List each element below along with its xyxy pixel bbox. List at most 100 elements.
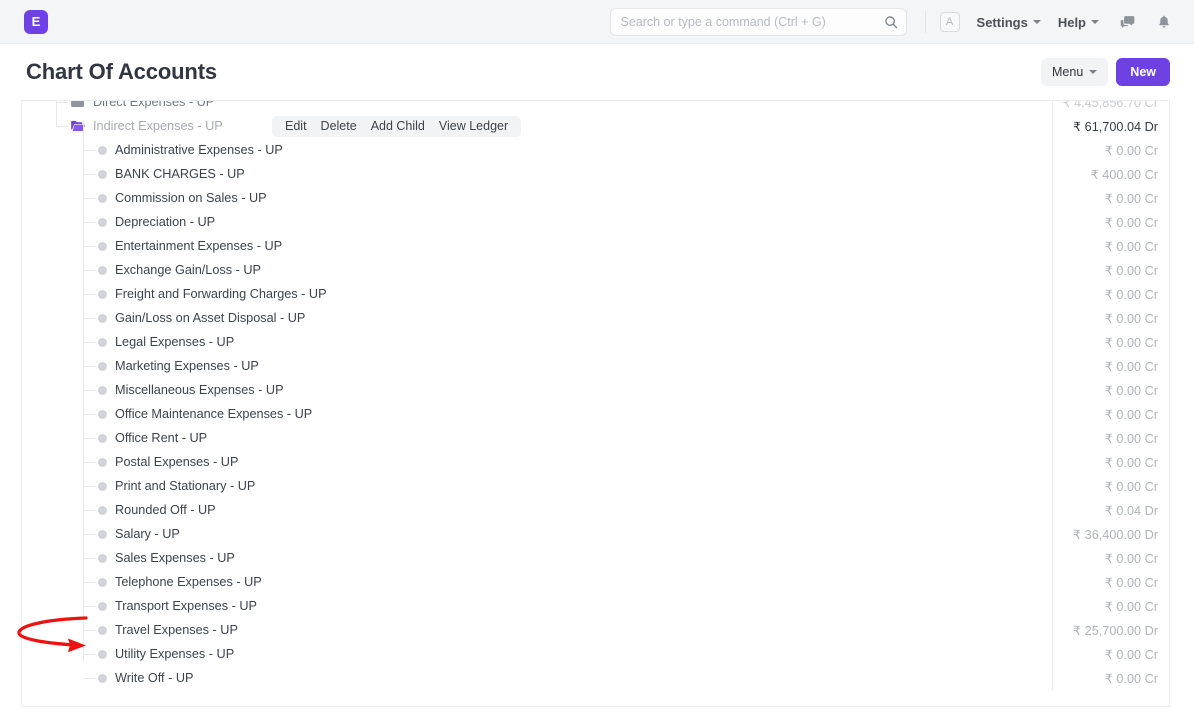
node-action-view-ledger[interactable]: View Ledger <box>432 119 515 133</box>
tree-row[interactable]: Telephone Expenses - UP ₹ 0.00 Cr <box>22 570 1169 594</box>
tree-row[interactable]: Legal Expenses - UP ₹ 0.00 Cr <box>22 330 1169 354</box>
search-box[interactable] <box>609 8 907 36</box>
tree-connector <box>83 438 95 439</box>
tree-row[interactable]: Rounded Off - UP ₹ 0.04 Dr <box>22 498 1169 522</box>
tree-row-balance: ₹ 0.00 Cr <box>1104 359 1158 374</box>
chevron-down-icon <box>1032 20 1041 24</box>
leaf-dot-icon[interactable] <box>98 193 107 203</box>
leaf-dot-icon[interactable] <box>98 241 107 251</box>
leaf-dot-icon[interactable] <box>98 169 107 179</box>
nav-help[interactable]: Help <box>1058 15 1099 30</box>
tree-row[interactable]: Utility Expenses - UP ₹ 0.00 Cr <box>22 642 1169 666</box>
nav-settings[interactable]: Settings <box>977 15 1041 30</box>
tree-row-label: Marketing Expenses - UP <box>115 359 259 373</box>
tree-row[interactable]: Write Off - UP ₹ 0.00 Cr <box>22 666 1169 690</box>
leaf-dot-icon[interactable] <box>98 649 107 659</box>
tree-row[interactable]: BANK CHARGES - UP ₹ 400.00 Cr <box>22 162 1169 186</box>
search-input[interactable] <box>609 8 907 36</box>
tree-connector <box>83 294 95 295</box>
page-title: Chart Of Accounts <box>26 59 217 84</box>
tree-row[interactable]: Depreciation - UP ₹ 0.00 Cr <box>22 210 1169 234</box>
leaf-dot-icon[interactable] <box>98 217 107 227</box>
leaf-dot-icon[interactable] <box>98 553 107 563</box>
tree-row[interactable]: Direct Expenses - UP ₹ 4,45,856.70 Cr <box>22 100 1169 114</box>
leaf-dot-icon[interactable] <box>98 433 107 443</box>
leaf-dot-icon <box>98 481 107 491</box>
leaf-dot-icon[interactable] <box>98 145 107 155</box>
chevron-down-icon <box>1091 20 1099 24</box>
top-navbar: E A Settings Help <box>0 0 1194 44</box>
tree-row-label: Office Rent - UP <box>115 431 208 445</box>
tree-row-label: Legal Expenses - UP <box>115 335 235 349</box>
avatar[interactable]: A <box>939 12 960 32</box>
tree-connector <box>56 102 68 103</box>
tree-row[interactable]: Sales Expenses - UP ₹ 0.00 Cr <box>22 546 1169 570</box>
tree-row[interactable]: Entertainment Expenses - UP ₹ 0.00 Cr <box>22 234 1169 258</box>
leaf-dot-icon <box>98 601 107 611</box>
tree-connector <box>83 246 95 247</box>
node-action-edit[interactable]: Edit <box>278 119 314 133</box>
leaf-dot-icon[interactable] <box>98 577 107 587</box>
tree-row-balance: ₹ 4,45,856.70 Cr <box>1062 100 1158 110</box>
tree-row[interactable]: Indirect Expenses - UP Edit Delete Add Chil… <box>22 114 1169 138</box>
tree-row[interactable]: Miscellaneous Expenses - UP ₹ 0.00 Cr <box>22 378 1169 402</box>
leaf-dot-icon[interactable] <box>98 361 107 371</box>
tree-row-balance: ₹ 0.00 Cr <box>1104 287 1158 302</box>
tree-row-balance: ₹ 0.00 Cr <box>1104 431 1158 446</box>
tree-row[interactable]: Marketing Expenses - UP ₹ 0.00 Cr <box>22 354 1169 378</box>
leaf-dot-icon <box>98 505 107 515</box>
tree-row[interactable]: Postal Expenses - UP ₹ 0.00 Cr <box>22 450 1169 474</box>
app-logo[interactable]: E <box>24 9 48 34</box>
tree-row-label: Gain/Loss on Asset Disposal - UP <box>115 311 306 325</box>
search-icon[interactable] <box>884 15 898 29</box>
leaf-dot-icon[interactable] <box>98 625 107 635</box>
tree-row[interactable]: Gain/Loss on Asset Disposal - UP ₹ 0.00 C… <box>22 306 1169 330</box>
leaf-dot-icon[interactable] <box>98 601 107 611</box>
tree-row[interactable]: Office Maintenance Expenses - UP ₹ 0.00 C… <box>22 402 1169 426</box>
leaf-dot-icon[interactable] <box>98 337 107 347</box>
tree-row-balance: ₹ 0.00 Cr <box>1104 647 1158 662</box>
tree-row[interactable]: Freight and Forwarding Charges - UP ₹ 0.0… <box>22 282 1169 306</box>
leaf-dot-icon[interactable] <box>98 409 107 419</box>
leaf-dot-icon[interactable] <box>98 481 107 491</box>
balance-column-divider <box>1052 101 1053 690</box>
tree-row[interactable]: Transport Expenses - UP ₹ 0.00 Cr <box>22 594 1169 618</box>
folder-closed-icon[interactable] <box>71 101 85 108</box>
menu-button[interactable]: Menu <box>1041 58 1109 86</box>
tree-connector <box>83 534 95 535</box>
tree-row-balance: ₹ 0.00 Cr <box>1104 263 1158 278</box>
tree-row[interactable]: Office Rent - UP ₹ 0.00 Cr <box>22 426 1169 450</box>
node-action-add-child[interactable]: Add Child <box>364 119 432 133</box>
chat-icon[interactable] <box>1119 14 1136 31</box>
tree-connector <box>83 678 95 679</box>
tree-row-balance: ₹ 0.00 Cr <box>1104 191 1158 206</box>
bell-icon[interactable] <box>1156 14 1172 30</box>
node-action-delete[interactable]: Delete <box>314 119 364 133</box>
leaf-dot-icon[interactable] <box>98 313 107 323</box>
leaf-dot-icon[interactable] <box>98 673 107 683</box>
tree-row-label: Travel Expenses - UP <box>115 623 238 637</box>
new-button[interactable]: New <box>1116 58 1170 86</box>
leaf-dot-icon <box>98 577 107 587</box>
tree-row[interactable]: Administrative Expenses - UP ₹ 0.00 Cr <box>22 138 1169 162</box>
tree-connector <box>83 270 95 271</box>
tree-row-label: Office Maintenance Expenses - UP <box>115 407 313 421</box>
leaf-dot-icon[interactable] <box>98 529 107 539</box>
tree-connector <box>83 318 95 319</box>
leaf-dot-icon <box>98 361 107 371</box>
leaf-dot-icon[interactable] <box>98 385 107 395</box>
leaf-dot-icon[interactable] <box>98 265 107 275</box>
leaf-dot-icon <box>98 145 107 155</box>
tree-row[interactable]: Exchange Gain/Loss - UP ₹ 0.00 Cr <box>22 258 1169 282</box>
leaf-dot-icon[interactable] <box>98 457 107 467</box>
tree-row[interactable]: Travel Expenses - UP ₹ 25,700.00 Dr <box>22 618 1169 642</box>
leaf-dot-icon <box>98 193 107 203</box>
leaf-dot-icon[interactable] <box>98 289 107 299</box>
leaf-dot-icon <box>98 649 107 659</box>
leaf-dot-icon[interactable] <box>98 505 107 515</box>
tree-row-label: Entertainment Expenses - UP <box>115 239 283 253</box>
leaf-dot-icon <box>98 169 107 179</box>
tree-row[interactable]: Print and Stationary - UP ₹ 0.00 Cr <box>22 474 1169 498</box>
tree-row[interactable]: Commission on Sales - UP ₹ 0.00 Cr <box>22 186 1169 210</box>
tree-row[interactable]: Salary - UP ₹ 36,400.00 Dr <box>22 522 1169 546</box>
